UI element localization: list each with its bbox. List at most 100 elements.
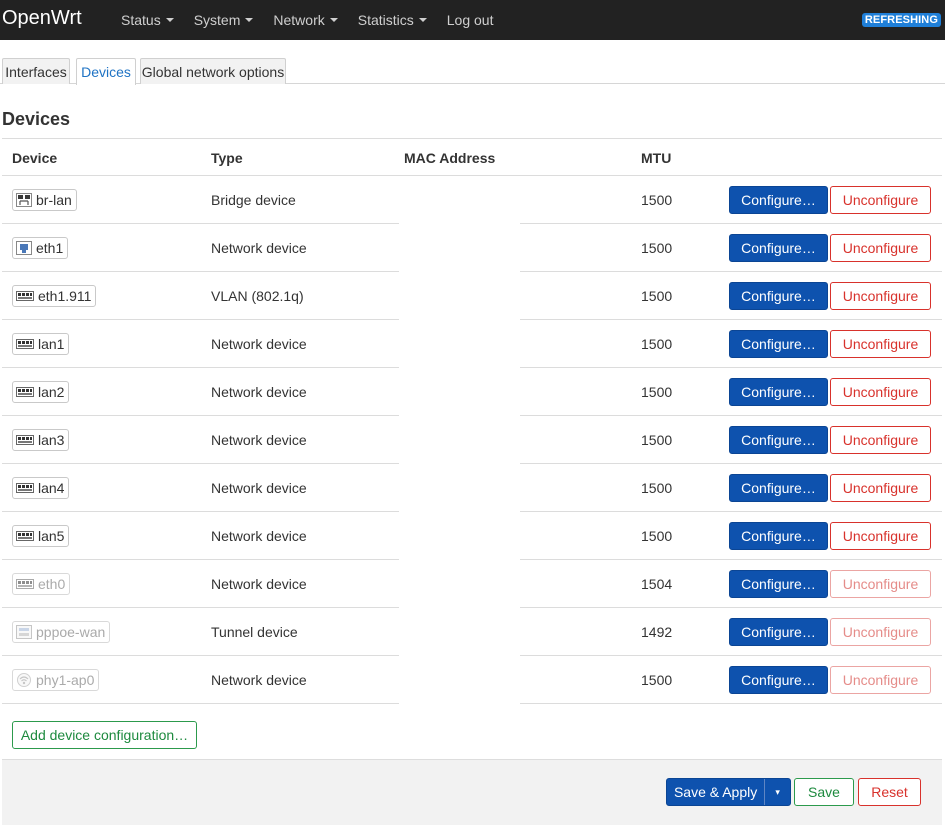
type-cell: Network device [211, 384, 307, 400]
row-divider [520, 703, 942, 704]
unconfigure-button[interactable]: Unconfigure [830, 666, 931, 694]
save-apply-dropdown-toggle[interactable]: ▾ [764, 779, 790, 805]
tab-devices[interactable]: Devices [76, 58, 136, 85]
table-row: lan3 Network device 1500 Configure… Unconfig… [2, 416, 942, 464]
refreshing-badge[interactable]: REFRESHING [861, 13, 941, 27]
device-badge[interactable]: eth1 [12, 237, 69, 259]
col-mac-address: MAC Address [404, 149, 496, 166]
device-name: lan3 [38, 432, 65, 448]
menu-network[interactable]: Network [263, 0, 347, 40]
configure-button[interactable]: Configure… [729, 570, 828, 598]
save-apply-label[interactable]: Save & Apply [667, 784, 764, 800]
device-cell: lan5 [12, 512, 70, 560]
device-badge[interactable]: pppoe-wan [12, 621, 111, 643]
unconfigure-button[interactable]: Unconfigure [830, 378, 931, 406]
tab-interfaces[interactable]: Interfaces [2, 58, 70, 84]
unconfigure-button[interactable]: Unconfigure [830, 426, 931, 454]
table-row: phy1-ap0 Network device 1500 Configure… Unco… [2, 656, 942, 704]
menu-statistics-label: Statistics [357, 12, 414, 28]
device-name: lan4 [38, 480, 65, 496]
col-mtu: MTU [641, 149, 672, 166]
table-row: br-lan Bridge device 1500 Configure… Unconfi… [2, 176, 942, 224]
menu-statistics[interactable]: Statistics [348, 0, 437, 40]
tab-bar: Interfaces Devices Global network option… [0, 58, 945, 85]
device-badge[interactable]: lan4 [12, 477, 70, 499]
configure-button[interactable]: Configure… [729, 186, 828, 214]
menu-logout[interactable]: Log out [437, 0, 504, 40]
unconfigure-button[interactable]: Unconfigure [830, 618, 931, 646]
device-badge[interactable]: lan1 [12, 333, 70, 355]
configure-button[interactable]: Configure… [729, 378, 828, 406]
unconfigure-button[interactable]: Unconfigure [830, 474, 931, 502]
tunnel-icon [16, 625, 36, 639]
switch-port-icon [16, 529, 38, 543]
device-badge[interactable]: eth1.911 [12, 285, 97, 307]
reset-button[interactable]: Reset [858, 778, 921, 806]
device-badge[interactable]: lan3 [12, 429, 70, 451]
menu-system-label: System [193, 12, 241, 28]
save-button[interactable]: Save [794, 778, 854, 806]
main-menu: Status System Network Statistics Log out [111, 0, 503, 40]
device-badge[interactable]: lan5 [12, 525, 70, 547]
type-cell: Network device [211, 672, 307, 688]
tab-global-network-options[interactable]: Global network options [140, 58, 286, 84]
table-header: Device Type MAC Address MTU [2, 138, 942, 176]
save-apply-button[interactable]: Save & Apply ▾ [666, 778, 791, 806]
devices-table: Device Type MAC Address MTU br-lan Bridge… [2, 138, 942, 704]
ethernet-icon [16, 241, 36, 255]
chevron-down-icon [329, 18, 338, 22]
device-cell: lan2 [12, 368, 70, 416]
configure-button[interactable]: Configure… [729, 666, 828, 694]
menu-status-label: Status [121, 12, 161, 28]
mtu-cell: 1500 [641, 528, 673, 544]
device-cell: phy1-ap0 [12, 656, 100, 704]
device-badge[interactable]: br-lan [12, 189, 77, 211]
unconfigure-button[interactable]: Unconfigure [830, 186, 931, 214]
mtu-cell: 1500 [641, 480, 673, 496]
type-cell: VLAN (802.1q) [211, 288, 304, 304]
top-nav-bar: OpenWrt Status System Network Statistics… [0, 0, 945, 40]
device-cell: eth1.911 [12, 272, 97, 320]
unconfigure-button[interactable]: Unconfigure [830, 282, 931, 310]
switch-port-icon [16, 385, 38, 399]
col-type: Type [211, 149, 243, 166]
device-badge[interactable]: lan2 [12, 381, 70, 403]
mtu-cell: 1500 [641, 288, 673, 304]
unconfigure-button[interactable]: Unconfigure [830, 570, 931, 598]
device-badge[interactable]: phy1-ap0 [12, 669, 100, 691]
device-cell: eth0 [12, 560, 71, 608]
type-cell: Network device [211, 336, 307, 352]
unconfigure-button[interactable]: Unconfigure [830, 234, 931, 262]
brand-logo[interactable]: OpenWrt [0, 7, 111, 30]
device-cell: lan3 [12, 416, 70, 464]
unconfigure-button[interactable]: Unconfigure [830, 522, 931, 550]
type-cell: Bridge device [211, 192, 296, 208]
unconfigure-button[interactable]: Unconfigure [830, 330, 931, 358]
table-row: eth0 Network device 1504 Configure… Unconfig… [2, 560, 942, 608]
switch-port-icon [16, 337, 38, 351]
chevron-down-icon [245, 18, 254, 22]
add-device-configuration-button[interactable]: Add device configuration… [12, 721, 197, 749]
mtu-cell: 1492 [641, 624, 673, 640]
device-badge[interactable]: eth0 [12, 573, 71, 595]
section-title: Devices [2, 109, 71, 129]
configure-button[interactable]: Configure… [729, 282, 828, 310]
table-row: eth1 Network device 1500 Configure… Unconfig… [2, 224, 942, 272]
device-name: lan2 [38, 384, 65, 400]
table-body: br-lan Bridge device 1500 Configure… Unconfi… [2, 176, 942, 704]
configure-button[interactable]: Configure… [729, 234, 828, 262]
configure-button[interactable]: Configure… [729, 426, 828, 454]
configure-button[interactable]: Configure… [729, 330, 828, 358]
type-cell: Network device [211, 480, 307, 496]
table-row: eth1.911 VLAN (802.1q) 1500 Configure… Uncon… [2, 272, 942, 320]
menu-status[interactable]: Status [111, 0, 184, 40]
menu-system[interactable]: System [184, 0, 264, 40]
table-row: lan1 Network device 1500 Configure… Unconfig… [2, 320, 942, 368]
device-name: eth0 [38, 576, 66, 592]
configure-button[interactable]: Configure… [729, 618, 828, 646]
configure-button[interactable]: Configure… [729, 474, 828, 502]
mtu-cell: 1500 [641, 192, 673, 208]
configure-button[interactable]: Configure… [729, 522, 828, 550]
footer-actions: Save & Apply ▾ Save Reset [2, 759, 942, 825]
type-cell: Network device [211, 528, 307, 544]
